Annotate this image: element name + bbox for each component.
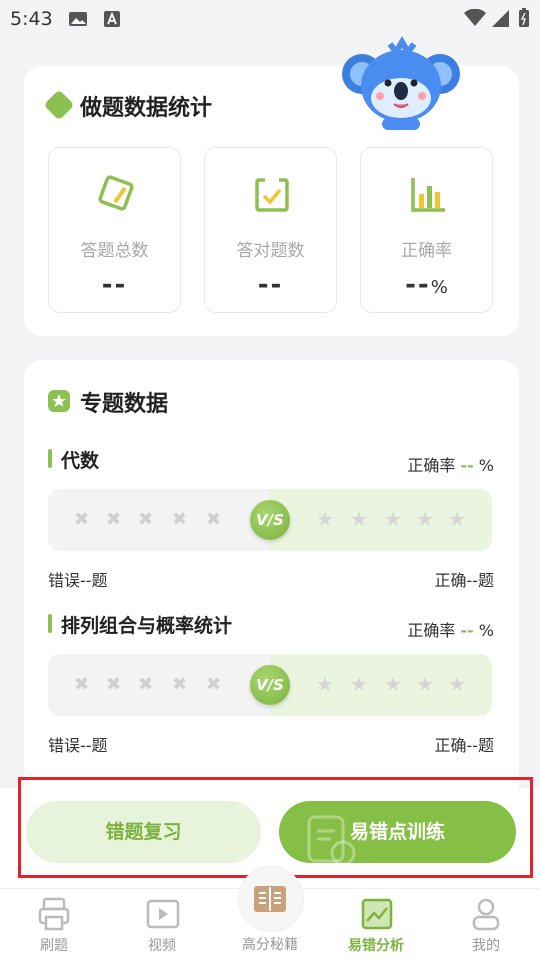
correct-count: 正确--题 xyxy=(434,571,494,590)
user-icon xyxy=(472,898,500,931)
tab-label: 刷题 xyxy=(40,938,68,954)
stat-label: 正确率 xyxy=(401,241,452,261)
status-bar: 5:43 xyxy=(0,0,540,36)
printer-icon xyxy=(38,897,70,931)
chart-icon xyxy=(361,898,393,930)
stat-value: -- xyxy=(257,270,284,300)
star-badge-icon xyxy=(48,390,70,412)
bar-chart-icon xyxy=(411,178,445,212)
topic-rate: 正确率 -- % xyxy=(407,456,494,475)
vs-bar: ✖ ✖ ✖ ✖ ✖ V/S ★ ★ ★ ★ ★ xyxy=(48,489,492,551)
stat-label: 答题总数 xyxy=(80,241,149,261)
stat-label: 答对题数 xyxy=(236,241,305,261)
video-icon xyxy=(146,899,180,929)
tab-label: 我的 xyxy=(472,938,500,954)
correct-count: 正确--题 xyxy=(434,736,494,755)
stat-box-rate: 正确率 --% xyxy=(360,147,493,313)
tab-practice[interactable]: 刷题 xyxy=(14,889,94,961)
stat-value: --% xyxy=(405,270,448,300)
status-time: 5:43 xyxy=(10,8,53,30)
tab-label: 视频 xyxy=(148,938,176,954)
tab-label: 易错分析 xyxy=(348,938,404,954)
wrong-count: 错误--题 xyxy=(48,736,108,755)
stat-value: -- xyxy=(101,270,128,300)
stat-box-total: 答题总数 -- xyxy=(48,147,181,313)
topic-rate: 正确率 -- % xyxy=(407,621,494,640)
topics-title: 专题数据 xyxy=(80,392,169,417)
battery-icon xyxy=(519,8,529,27)
tab-video[interactable]: 视频 xyxy=(122,889,202,961)
wrong-count: 错误--题 xyxy=(48,571,108,590)
stats-title: 做题数据统计 xyxy=(80,96,213,121)
stat-box-correct: 答对题数 -- xyxy=(204,147,337,313)
book-icon xyxy=(254,886,286,912)
tab-error-analysis[interactable]: 易错分析 xyxy=(336,889,416,961)
font-icon xyxy=(104,11,120,27)
tab-label: 高分秘籍 xyxy=(242,937,298,953)
vs-bar: ✖ ✖ ✖ ✖ ✖ V/S ★ ★ ★ ★ ★ xyxy=(48,654,492,716)
checkbox-icon xyxy=(255,176,289,212)
topic-name: 代数 xyxy=(48,446,99,473)
pencil-square-icon xyxy=(98,175,134,211)
topic-name: 排列组合与概率统计 xyxy=(48,611,232,638)
tab-profile[interactable]: 我的 xyxy=(446,889,526,961)
signal-icon xyxy=(492,10,509,27)
wifi-icon xyxy=(464,9,486,26)
vs-badge: V/S xyxy=(250,665,290,705)
image-icon xyxy=(69,12,87,26)
koala-mascot-icon xyxy=(342,36,460,130)
tab-secrets[interactable]: 高分秘籍 xyxy=(230,862,310,960)
vs-badge: V/S xyxy=(250,500,290,540)
